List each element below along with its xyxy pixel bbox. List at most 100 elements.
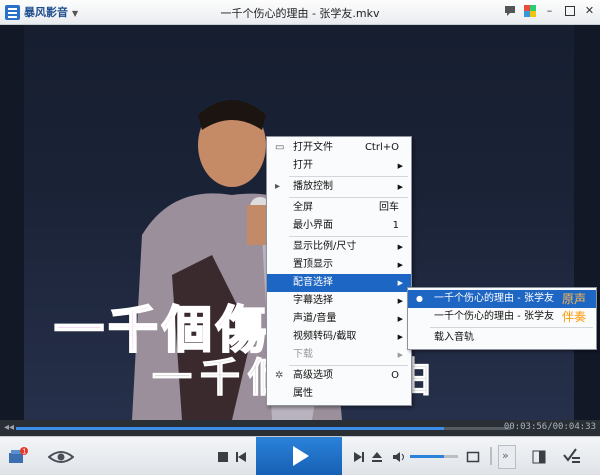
audio-track-label: 一千个伤心的理由 - 张学友 [434, 311, 554, 322]
menu-item[interactable]: 配音选择 ▶ [267, 274, 411, 292]
submenu-arrow-icon: ▶ [397, 297, 403, 305]
close-icon: ✕ [584, 4, 595, 17]
submenu-arrow-icon: ▶ [397, 162, 403, 170]
speaker-icon [393, 452, 404, 462]
menu-item-shortcut: Ctrl+O [364, 142, 399, 153]
submenu-arrow-icon: ▶ [397, 183, 403, 191]
submenu-arrow-icon: ▶ [397, 261, 403, 269]
audio-track-accompaniment[interactable]: 一千个伤心的理由 - 张学友 伴奏 [408, 308, 596, 326]
app-menu-button[interactable]: 暴风影音 ▼ [5, 3, 78, 21]
control-bar: 1 » [0, 436, 600, 475]
volume-slider[interactable] [410, 455, 458, 458]
menu-item[interactable]: ▸ 播放控制 ▶ [267, 178, 411, 196]
next-icon [354, 452, 364, 462]
menu-item[interactable]: 打开 ▶ [267, 157, 411, 175]
divider [490, 447, 492, 465]
menu-separator [289, 365, 408, 366]
submenu-arrow-icon: ▶ [397, 333, 403, 341]
menu-item-label: 高级选项 [293, 370, 333, 381]
minimize-button[interactable]: – [543, 4, 556, 17]
open-file-icon: ▭ [275, 142, 285, 153]
load-audio-track-label: 载入音轨 [434, 332, 474, 343]
previous-button[interactable] [234, 449, 248, 463]
eye-icon [47, 451, 75, 463]
menu-item-label: 声道/音量 [293, 313, 337, 324]
selected-dot-icon: ● [416, 294, 423, 303]
message-button[interactable] [503, 4, 516, 17]
menu-item-shortcut: O [391, 370, 399, 381]
next-button[interactable] [352, 449, 366, 463]
menu-item-label: 最小界面 [293, 220, 333, 231]
menu-item-shortcut: 回车 [379, 202, 399, 213]
volume-level [410, 455, 444, 458]
fullscreen-button[interactable] [466, 449, 480, 463]
menu-item-label: 全屏 [293, 202, 313, 213]
message-icon [504, 6, 515, 16]
app-logo-icon [5, 4, 20, 20]
stop-icon [218, 452, 228, 462]
skin-icon [523, 4, 536, 17]
rewind-icon[interactable]: ◂◂ [4, 422, 14, 433]
context-menu: ▭ 打开文件 Ctrl+O 打开 ▶ ▸ 播放控制 ▶ 全屏 回车 最小界面 1 显示比例/尺寸 ▶ 置顶显… [266, 136, 412, 406]
previous-icon [236, 452, 246, 462]
sidebar-icon [532, 450, 546, 464]
seek-bar: ◂◂ 00:03:56/00:04:33 [0, 420, 600, 436]
maximize-button[interactable] [563, 4, 576, 17]
menu-item[interactable]: 字幕选择 ▶ [267, 292, 411, 310]
audio-track-original[interactable]: ● 一千个伤心的理由 - 张学友 原声 [408, 290, 596, 308]
audio-track-submenu: ● 一千个伤心的理由 - 张学友 原声 一千个伤心的理由 - 张学友 伴奏 载入… [407, 287, 597, 350]
menu-item-label: 视频转码/截取 [293, 331, 357, 342]
menu-item[interactable]: 最小界面 1 [267, 217, 411, 235]
eject-button[interactable] [370, 449, 384, 463]
close-button[interactable]: ✕ [583, 4, 596, 17]
double-chevron-right-icon: » [502, 449, 509, 462]
skin-button[interactable] [523, 4, 536, 17]
volume-button[interactable] [392, 449, 406, 463]
menu-item-label: 打开文件 [293, 142, 333, 153]
menu-item[interactable]: ✲ 高级选项 O [267, 367, 411, 385]
audio-track-label: 一千个伤心的理由 - 张学友 [434, 293, 554, 304]
menu-item-label: 置顶显示 [293, 259, 333, 270]
checklist-button[interactable] [562, 447, 582, 465]
stop-button[interactable] [216, 449, 230, 463]
app-name: 暴风影音 [24, 6, 68, 19]
audio-track-tag: 伴奏 [561, 310, 586, 324]
play-button[interactable] [256, 437, 342, 475]
load-audio-track[interactable]: 载入音轨 [408, 329, 596, 347]
menu-separator [289, 236, 408, 237]
eye-button[interactable] [47, 449, 75, 463]
seek-track[interactable] [16, 427, 511, 430]
menu-item[interactable]: ▭ 打开文件 Ctrl+O [267, 139, 411, 157]
play-icon [293, 446, 309, 466]
menu-item-label: 下载 [293, 349, 313, 360]
menu-item[interactable]: 属性 [267, 385, 411, 403]
eject-icon [372, 452, 382, 462]
minimize-icon: – [546, 4, 553, 17]
box-icon: 1 [9, 447, 28, 463]
menu-separator [289, 197, 408, 198]
submenu-arrow-icon: ▶ [397, 243, 403, 251]
menu-item-label: 显示比例/尺寸 [293, 241, 357, 252]
menu-item[interactable]: 全屏 回车 [267, 199, 411, 217]
menu-separator [289, 176, 408, 177]
menu-item[interactable]: 视频转码/截取 ▶ [267, 328, 411, 346]
menu-separator [430, 327, 593, 328]
menu-item[interactable]: 显示比例/尺寸 ▶ [267, 238, 411, 256]
checklist-icon [563, 448, 580, 463]
svg-text:1: 1 [22, 449, 26, 456]
menu-item[interactable]: 声道/音量 ▶ [267, 310, 411, 328]
menu-item-label: 播放控制 [293, 181, 333, 192]
sidebar-button[interactable] [532, 449, 546, 464]
menu-item[interactable]: 置顶显示 ▶ [267, 256, 411, 274]
playlist-box-button[interactable]: 1 [8, 447, 28, 465]
menu-item-label: 字幕选择 [293, 295, 333, 306]
fullscreen-icon [466, 451, 480, 463]
menu-item-label: 配音选择 [293, 277, 333, 288]
title-bar: 暴风影音 ▼ 一千个伤心的理由 - 张学友.mkv – ✕ [0, 0, 600, 25]
time-readout: 00:03:56/00:04:33 [503, 422, 596, 432]
submenu-arrow-icon: ▶ [397, 279, 403, 287]
menu-item-label: 打开 [293, 160, 313, 171]
menu-item-shortcut: 1 [392, 220, 399, 231]
menu-item: 下载 ▶ [267, 346, 411, 364]
side-panel-toggle[interactable]: » [498, 445, 516, 469]
